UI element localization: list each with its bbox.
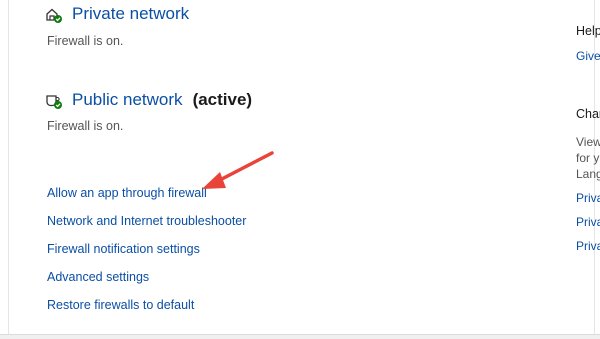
active-badge: (active) — [192, 90, 253, 109]
privacy-link-1[interactable]: Priva — [576, 191, 600, 205]
restore-defaults-link[interactable]: Restore firewalls to default — [47, 298, 194, 312]
privacy-link-3[interactable]: Priva — [576, 239, 600, 253]
help-heading: Help — [576, 24, 600, 38]
notification-settings-link[interactable]: Firewall notification settings — [47, 242, 200, 256]
private-network-status: Firewall is on. — [47, 34, 124, 48]
privacy-link-2[interactable]: Priva — [576, 215, 600, 229]
view-text-line-1: View — [576, 135, 600, 149]
private-network-title[interactable]: Private network — [72, 4, 189, 24]
give-feedback-link[interactable]: Give — [576, 49, 600, 63]
home-network-shield-icon — [45, 6, 63, 24]
view-text-line-2: for y — [576, 151, 600, 165]
view-text-line-3: Lang — [576, 167, 600, 181]
coffee-cup-shield-icon — [45, 92, 63, 110]
private-network-title-text[interactable]: Private network — [72, 4, 189, 24]
red-arrow — [202, 151, 274, 189]
window-left-edge — [0, 0, 9, 338]
change-heading: Chan — [576, 107, 600, 121]
troubleshooter-link[interactable]: Network and Internet troubleshooter — [47, 214, 246, 228]
window-bottom-edge — [0, 334, 600, 339]
public-network-status: Firewall is on. — [47, 119, 124, 133]
public-network-title-text[interactable]: Public network — [72, 90, 183, 110]
public-network-title[interactable]: Public network (active) — [72, 90, 252, 110]
advanced-settings-link[interactable]: Advanced settings — [47, 270, 149, 284]
allow-app-link[interactable]: Allow an app through firewall — [47, 186, 207, 200]
